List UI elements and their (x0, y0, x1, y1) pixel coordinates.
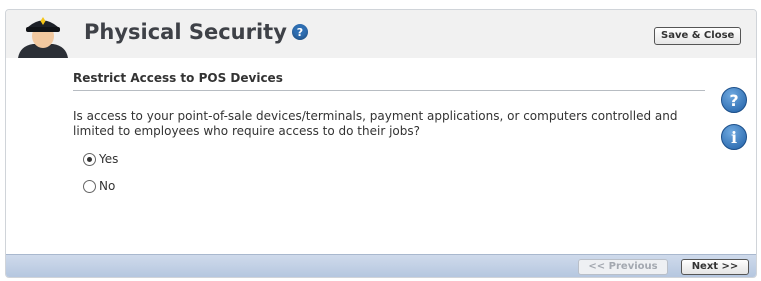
next-button[interactable]: Next >> (681, 259, 749, 275)
help-icon[interactable]: ? (721, 87, 747, 113)
no-label[interactable]: No (99, 179, 115, 193)
save-close-button[interactable]: Save & Close (654, 27, 742, 45)
previous-button[interactable]: << Previous (578, 259, 668, 275)
footer-bar: << Previous Next >> (6, 254, 756, 277)
page-title-text: Physical Security (84, 20, 287, 44)
page-title: Physical Security ? (84, 20, 308, 44)
physical-security-panel: Physical Security ? Save & Close Restric… (5, 9, 757, 278)
section-title: Restrict Access to POS Devices (73, 71, 283, 85)
title-help-icon[interactable]: ? (291, 24, 308, 40)
yes-label[interactable]: Yes (99, 152, 118, 166)
section-divider (73, 90, 705, 91)
yes-radio[interactable] (83, 152, 96, 166)
info-icon[interactable]: i (721, 124, 747, 150)
option-no[interactable]: No (83, 179, 115, 193)
security-guard-icon (18, 17, 68, 58)
option-yes[interactable]: Yes (83, 152, 118, 166)
no-radio[interactable] (83, 179, 96, 193)
question-text: Is access to your point-of-sale devices/… (73, 109, 678, 138)
panel-header: Physical Security ? Save & Close (6, 10, 756, 58)
